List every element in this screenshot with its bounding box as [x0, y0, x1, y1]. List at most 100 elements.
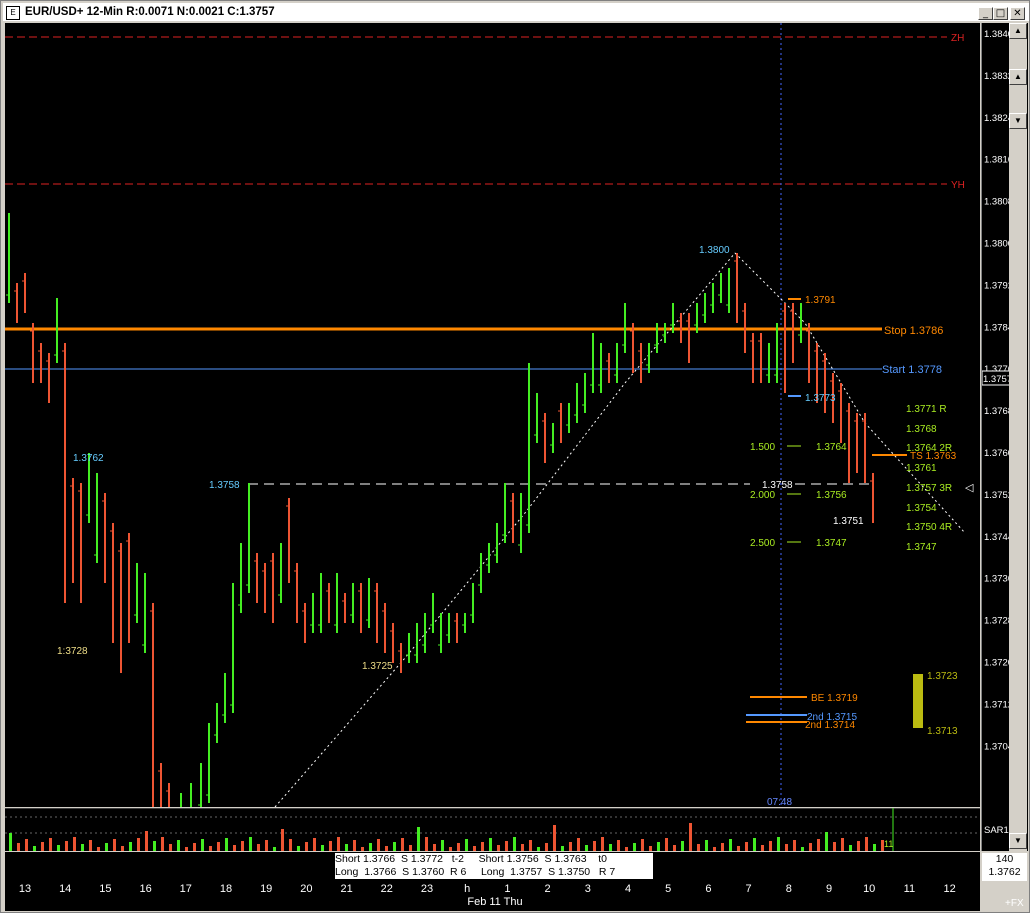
- volume-bar: [841, 838, 844, 851]
- volume-bar: [129, 842, 132, 851]
- volume-bar: [865, 837, 868, 851]
- window-title: EUR/USD+ 12-Min R:0.0071 N:0.0021 C:1.37…: [25, 6, 275, 18]
- volume-bar: [617, 840, 620, 851]
- price-3728-label: 1:3728: [57, 646, 88, 657]
- volume-bar: [121, 846, 124, 851]
- time-tick-label: 23: [420, 883, 434, 895]
- volume-bar: [193, 843, 196, 851]
- vertical-scrollbar[interactable]: ▲ ▲ ▼ ▼: [1009, 23, 1027, 851]
- volume-bar: [201, 839, 204, 851]
- volume-bar: [441, 840, 444, 851]
- volume-panel[interactable]: 11: [5, 807, 980, 851]
- price-chart[interactable]: ZH YH 07:48 Stop 1.3786 Start 1.3778 1.3…: [5, 23, 980, 833]
- scroll-down-button[interactable]: ▼: [1009, 833, 1027, 849]
- time-tick-label: 16: [139, 883, 152, 895]
- volume-bar: [801, 847, 804, 851]
- volume-bar: [97, 847, 100, 851]
- time-tick-label: 15: [99, 883, 112, 895]
- price-tick-label: 1.3768: [984, 406, 1010, 417]
- rtarget-4: 1.3761: [906, 463, 937, 474]
- close-button[interactable]: ✕: [1010, 7, 1025, 20]
- volume-bar: [417, 827, 420, 851]
- volume-bar: [553, 825, 556, 851]
- volume-bar: [681, 841, 684, 851]
- volume-bar: [265, 840, 268, 851]
- scroll-down-arrow-1[interactable]: ▼: [1009, 113, 1027, 129]
- volume-bar: [249, 837, 252, 851]
- scroll-up-button[interactable]: ▲: [1009, 23, 1027, 39]
- time-tick-label: 21: [340, 883, 353, 895]
- price-3758-left-label: 1.3758: [209, 480, 240, 491]
- second-orange-label: 2nd 1.3714: [805, 720, 855, 731]
- price-tick-label: 1.3840: [984, 29, 1010, 40]
- rtarget-8: 1.3747: [906, 542, 937, 553]
- arrow-left-icon: ◁: [965, 482, 974, 494]
- price-chart-panel[interactable]: ZH YH 07:48 Stop 1.3786 Start 1.3778 1.3…: [5, 23, 980, 833]
- volume-bar: [833, 842, 836, 851]
- fx-label: +FX: [1005, 898, 1024, 909]
- volume-bar: [81, 844, 84, 851]
- volume-bar: [313, 838, 316, 851]
- time-axis[interactable]: 13 14 15 16 17 18 19 20 21 22 23 h 1 2 3 4 5 6 7 8 9 10 11 12 F…: [5, 881, 980, 911]
- time-tick-label: 13: [18, 883, 32, 895]
- price-tick-label: 1.3792: [984, 280, 1010, 291]
- volume-bar: [785, 844, 788, 851]
- price-3773-label: 1.3773: [805, 393, 836, 404]
- time-tick-label: 19: [260, 883, 273, 895]
- volume-bar: [689, 823, 692, 851]
- time-tick-label: 20: [300, 883, 313, 895]
- volume-bar: [145, 831, 148, 851]
- volume-bar: [185, 847, 188, 851]
- info-row-short: Short 1.3766 S 1.3772 t-2 Short 1.3756 S…: [335, 853, 608, 865]
- price-axis-labels: 1.3840 1.3832 1.3824 1.3816 1.3808 1.3800 1.37…: [981, 29, 1014, 836]
- volume-bar: [17, 843, 20, 851]
- volume-bar: [297, 846, 300, 851]
- volume-bar: [449, 847, 452, 851]
- volume-bar: [593, 841, 596, 851]
- volume-bar: [729, 839, 732, 851]
- minimize-button[interactable]: _: [978, 7, 993, 20]
- last-price: 1.3757: [983, 374, 1010, 385]
- scroll-up-arrow-2[interactable]: ▲: [1009, 69, 1027, 85]
- volume-bar: [849, 845, 852, 851]
- app-icon: E: [6, 6, 20, 20]
- volume-bar: [153, 841, 156, 851]
- time-tick-label: 4: [624, 883, 632, 895]
- volume-bar: [633, 843, 636, 851]
- ts-label: TS 1.3763: [910, 451, 957, 462]
- rtarget-6: 1.3754: [906, 503, 937, 514]
- target-mult-3: 2.500: [750, 538, 775, 549]
- volume-bar: [761, 845, 764, 851]
- volume-bar: [105, 843, 108, 851]
- rtarget-1: 1.3771 R: [906, 404, 947, 415]
- volume-bar: [393, 842, 396, 851]
- title-bar[interactable]: E EUR/USD+ 12-Min R:0.0071 N:0.0021 C:1.…: [3, 3, 1029, 21]
- volume-bar: [257, 844, 260, 851]
- volume-bar: [625, 847, 628, 851]
- volume-bar: [241, 841, 244, 851]
- rtarget-2: 1.3768: [906, 424, 937, 435]
- yh-label: YH: [951, 180, 965, 191]
- price-tick-label: 1.3784: [984, 322, 1010, 333]
- volume-bar: [225, 838, 228, 851]
- volume-bar: [817, 839, 820, 851]
- date-label: Feb 11 Thu: [467, 896, 523, 908]
- volume-bar: [769, 841, 772, 851]
- volume-bar: [401, 838, 404, 851]
- right-info-value-2: 1.3762: [988, 866, 1021, 878]
- volume-bar: [737, 846, 740, 851]
- start-label: Start 1.3778: [882, 364, 942, 376]
- volume-bar: [609, 844, 612, 851]
- volume-bar: [369, 843, 372, 851]
- price-tick-label: 1.3752: [984, 490, 1010, 501]
- volume-bar: [793, 840, 796, 851]
- price-tick-label: 1.3744: [984, 532, 1010, 543]
- volume-bar: [521, 844, 524, 851]
- price-3791-label: 1.3791: [805, 295, 836, 306]
- volume-bar: [713, 847, 716, 851]
- price-tick-label: 1.3832: [984, 71, 1010, 82]
- volume-bar: [57, 845, 60, 851]
- time-tick-label: 2: [544, 883, 551, 895]
- maximize-button[interactable]: □: [993, 7, 1008, 20]
- volume-bar: [433, 844, 436, 851]
